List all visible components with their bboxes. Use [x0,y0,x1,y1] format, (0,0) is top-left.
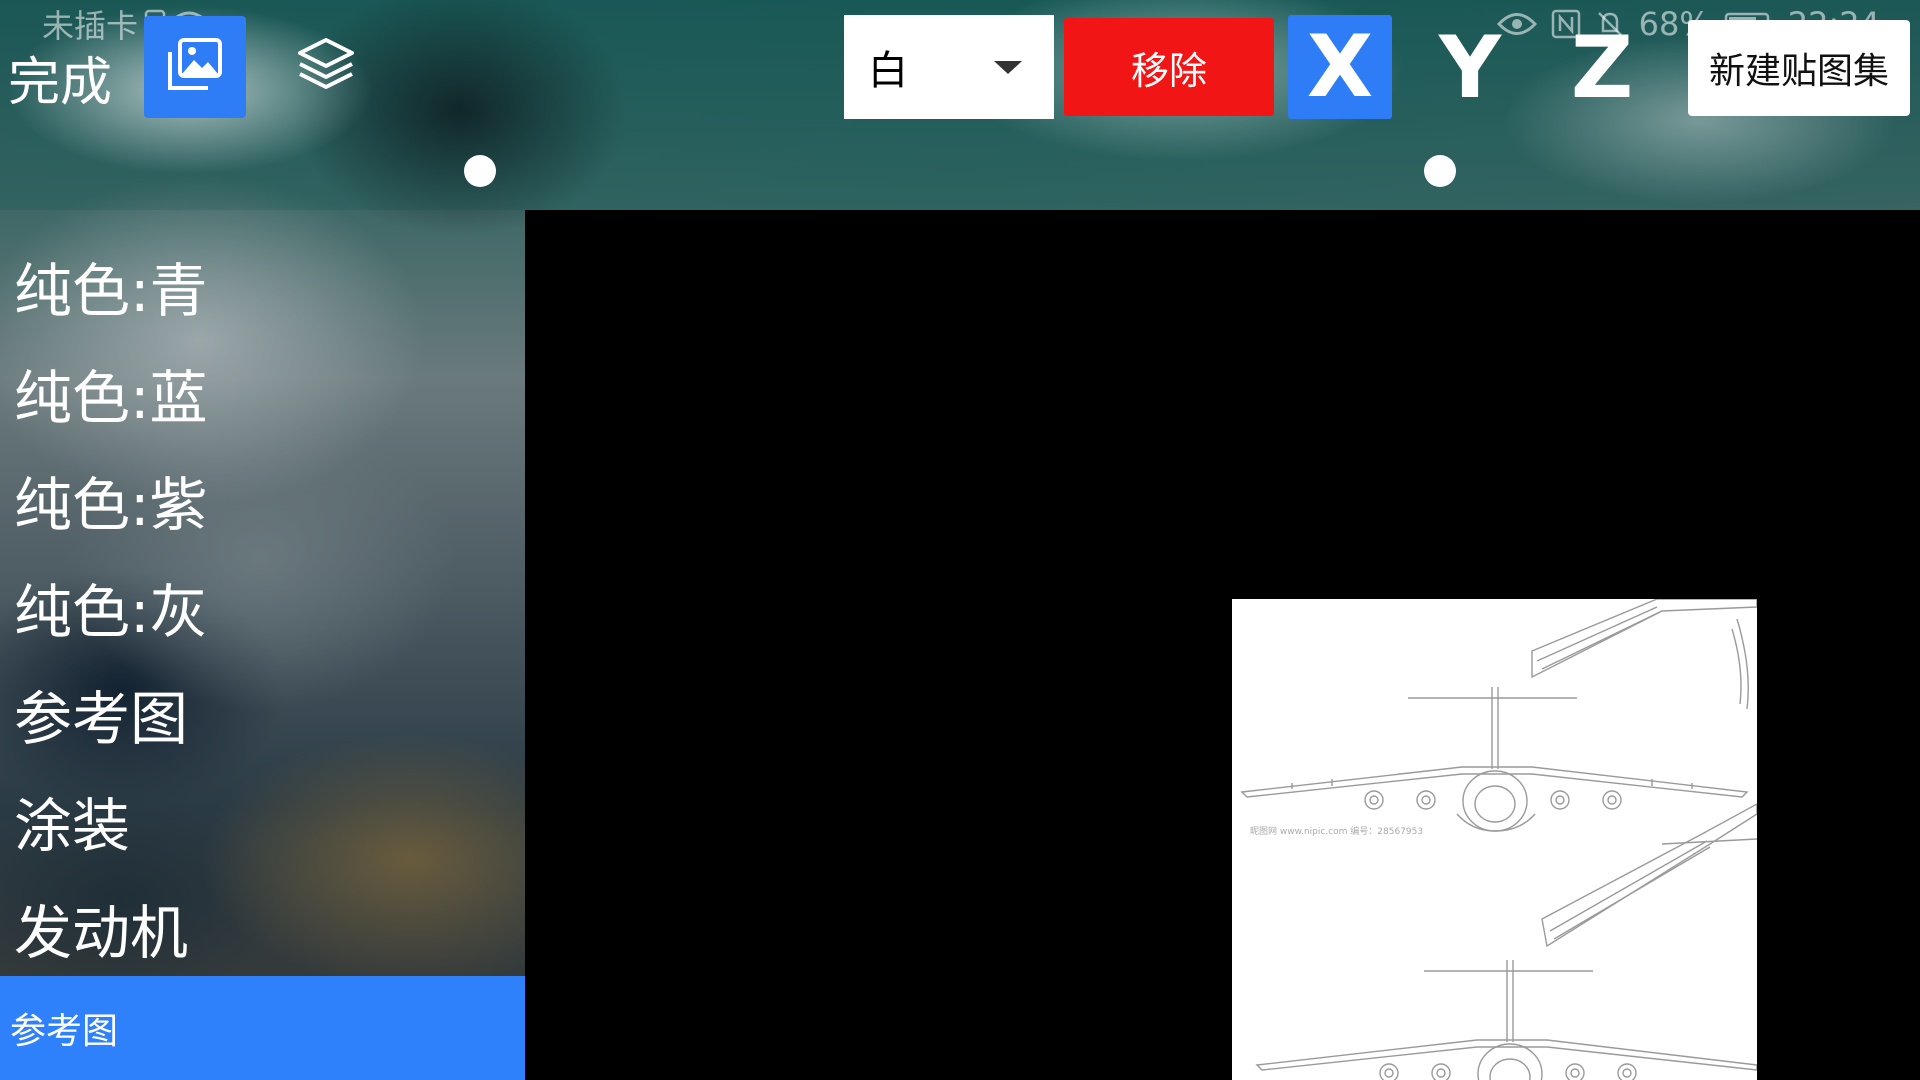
aircraft-blueprint-drawing: 昵图网 www.nipic.com 编号：28567953 昵图网 www.ni… [1240,599,1757,1080]
layers-button[interactable] [290,30,362,102]
category-item-engine[interactable]: 发动机 [0,874,525,981]
category-item-livery[interactable]: 涂装 [0,767,525,874]
image-gallery-button[interactable] [144,16,246,118]
texture-preview-image[interactable]: 昵图网 www.nipic.com 编号：28567953 昵图网 www.ni… [1232,599,1757,1080]
selected-category-bar[interactable]: 参考图 [0,976,525,1080]
category-item-purple[interactable]: 纯色:紫 [0,446,525,553]
category-list: 纯色:青 纯色:蓝 纯色:紫 纯色:灰 参考图 涂装 发动机 [0,232,525,981]
category-item-reference[interactable]: 参考图 [0,660,525,767]
category-item-gray[interactable]: 纯色:灰 [0,553,525,660]
new-texture-set-button[interactable]: 新建贴图集 [1688,20,1910,116]
image-gallery-icon [166,36,224,98]
caret-down-icon [994,60,1022,74]
app-root: 未插卡 68% 22:24 完成 [0,0,1920,1080]
watermark-1: 昵图网 www.nipic.com 编号：28567953 [1250,825,1423,837]
resize-handle-right[interactable] [1424,155,1456,187]
color-dropdown-value: 白 [868,48,908,94]
axis-y-button[interactable]: Y [1420,18,1520,118]
category-item-blue[interactable]: 纯色:蓝 [0,339,525,446]
done-button[interactable]: 完成 [8,40,112,115]
preview-area: 昵图网 www.nipic.com 编号：28567953 昵图网 www.ni… [525,210,1920,1080]
remove-button[interactable]: 移除 [1064,18,1274,116]
axis-x-button[interactable]: X [1288,15,1392,119]
resize-handle-left[interactable] [464,155,496,187]
category-item-cyan[interactable]: 纯色:青 [0,232,525,339]
color-dropdown[interactable]: 白 [844,15,1054,119]
axis-z-button[interactable]: Z [1552,18,1652,118]
layers-icon [296,36,356,96]
